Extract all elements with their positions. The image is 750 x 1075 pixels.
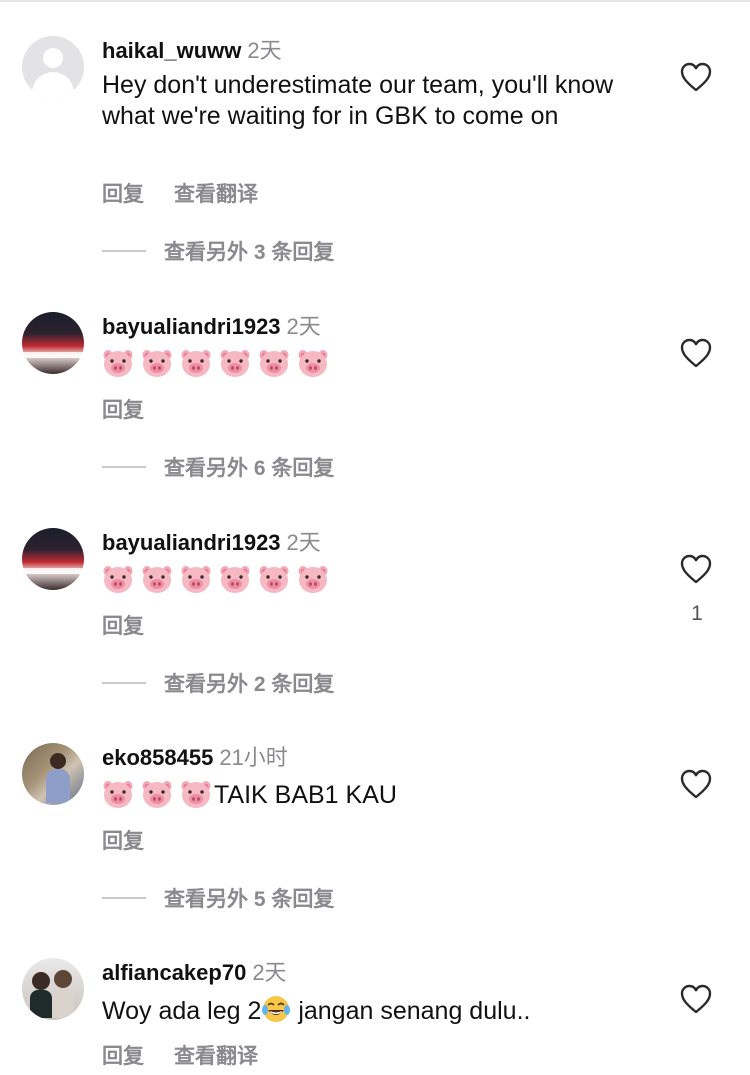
- pig-face-icon: [258, 348, 290, 378]
- avatar[interactable]: [22, 958, 84, 1020]
- pig-face-icon: [180, 348, 212, 378]
- view-replies-line: [102, 466, 146, 468]
- avatar-detail: [54, 970, 72, 988]
- username[interactable]: haikal_wuww: [102, 38, 241, 63]
- pig-face-icon: [180, 564, 212, 594]
- comment-text-content: TAIK BAB1 KAU: [214, 781, 397, 809]
- comment-actions: 回复 查看翻译: [102, 178, 288, 208]
- pig-face-icon: [102, 348, 134, 378]
- avatar[interactable]: [22, 36, 84, 98]
- view-replies-label: 查看另外 6 条回复: [164, 457, 335, 480]
- timestamp: 21小时: [219, 745, 288, 770]
- view-replies-button[interactable]: 查看另外 2 条回复: [102, 668, 334, 698]
- avatar-detail: [22, 352, 84, 358]
- view-replies-label: 查看另外 2 条回复: [164, 673, 335, 696]
- avatar-detail: [32, 972, 50, 990]
- avatar[interactable]: [22, 743, 84, 805]
- reply-button[interactable]: 回复: [102, 399, 144, 422]
- timestamp: 2天: [286, 314, 321, 339]
- pig-face-icon: [219, 348, 251, 378]
- default-avatar-body: [32, 72, 74, 98]
- comment-header: eko858455 21小时: [102, 743, 288, 773]
- view-replies-button[interactable]: 查看另外 6 条回复: [102, 452, 334, 482]
- pig-face-icon: [141, 779, 173, 809]
- translate-button[interactable]: 查看翻译: [174, 1045, 258, 1068]
- comment-header: alfiancakep70 2天: [102, 958, 287, 988]
- avatar-detail: [30, 990, 52, 1018]
- view-replies-line: [102, 682, 146, 684]
- comment-text-start: Woy ada leg 2: [102, 997, 262, 1025]
- username[interactable]: eko858455: [102, 745, 213, 770]
- comment-actions: 回复: [102, 825, 174, 855]
- pig-face-icon: [102, 779, 134, 809]
- pig-face-icon: [141, 564, 173, 594]
- pig-face-icon: [180, 779, 212, 809]
- pig-face-icon: [297, 348, 329, 378]
- view-replies-button[interactable]: 查看另外 3 条回复: [102, 236, 334, 266]
- avatar-detail: [50, 753, 66, 769]
- comment-header: haikal_wuww 2天: [102, 36, 282, 66]
- heart-icon[interactable]: [680, 554, 712, 584]
- reply-button[interactable]: 回复: [102, 1045, 144, 1068]
- top-border: [0, 0, 750, 2]
- avatar[interactable]: [22, 528, 84, 590]
- view-replies-label: 查看另外 5 条回复: [164, 888, 335, 911]
- comment-text: Woy ada leg 2 jangan senang dulu..: [102, 994, 662, 1027]
- avatar-detail: [46, 769, 70, 803]
- comment-text: Hey don't underestimate our team, you'll…: [102, 71, 614, 130]
- reply-button[interactable]: 回复: [102, 615, 144, 638]
- pig-face-icon: [102, 564, 134, 594]
- username[interactable]: bayualiandri1923: [102, 530, 281, 555]
- pig-face-icon: [219, 564, 251, 594]
- comment-text: TAIK BAB1 KAU: [102, 779, 662, 811]
- comment-actions: 回复 查看翻译: [102, 1040, 288, 1070]
- heart-icon[interactable]: [680, 769, 712, 799]
- heart-icon[interactable]: [680, 984, 712, 1014]
- pig-face-icon: [141, 348, 173, 378]
- comment-text-end: jangan senang dulu..: [291, 997, 531, 1025]
- comment-text: [102, 564, 662, 596]
- view-replies-button[interactable]: 查看另外 5 条回复: [102, 883, 334, 913]
- timestamp: 2天: [252, 960, 287, 985]
- view-replies-label: 查看另外 3 条回复: [164, 241, 335, 264]
- default-avatar-head: [43, 48, 63, 68]
- comment-header: bayualiandri1923 2天: [102, 312, 321, 342]
- comment-actions: 回复: [102, 610, 174, 640]
- like-count: 1: [691, 602, 703, 625]
- heart-icon[interactable]: [680, 62, 712, 92]
- reply-button[interactable]: 回复: [102, 183, 144, 206]
- view-replies-line: [102, 897, 146, 899]
- comment-actions: 回复: [102, 394, 174, 424]
- username[interactable]: alfiancakep70: [102, 960, 246, 985]
- username[interactable]: bayualiandri1923: [102, 314, 281, 339]
- avatar-detail: [52, 988, 74, 1018]
- pig-face-icon: [258, 564, 290, 594]
- heart-icon[interactable]: [680, 338, 712, 368]
- translate-button[interactable]: 查看翻译: [174, 183, 258, 206]
- timestamp: 2天: [247, 38, 282, 63]
- avatar-detail: [22, 568, 84, 574]
- laughing-tears-icon: [261, 994, 291, 1024]
- comment-header: bayualiandri1923 2天: [102, 528, 321, 558]
- pig-face-icon: [297, 564, 329, 594]
- avatar[interactable]: [22, 312, 84, 374]
- comment-text: [102, 348, 662, 380]
- reply-button[interactable]: 回复: [102, 830, 144, 853]
- timestamp: 2天: [286, 530, 321, 555]
- view-replies-line: [102, 250, 146, 252]
